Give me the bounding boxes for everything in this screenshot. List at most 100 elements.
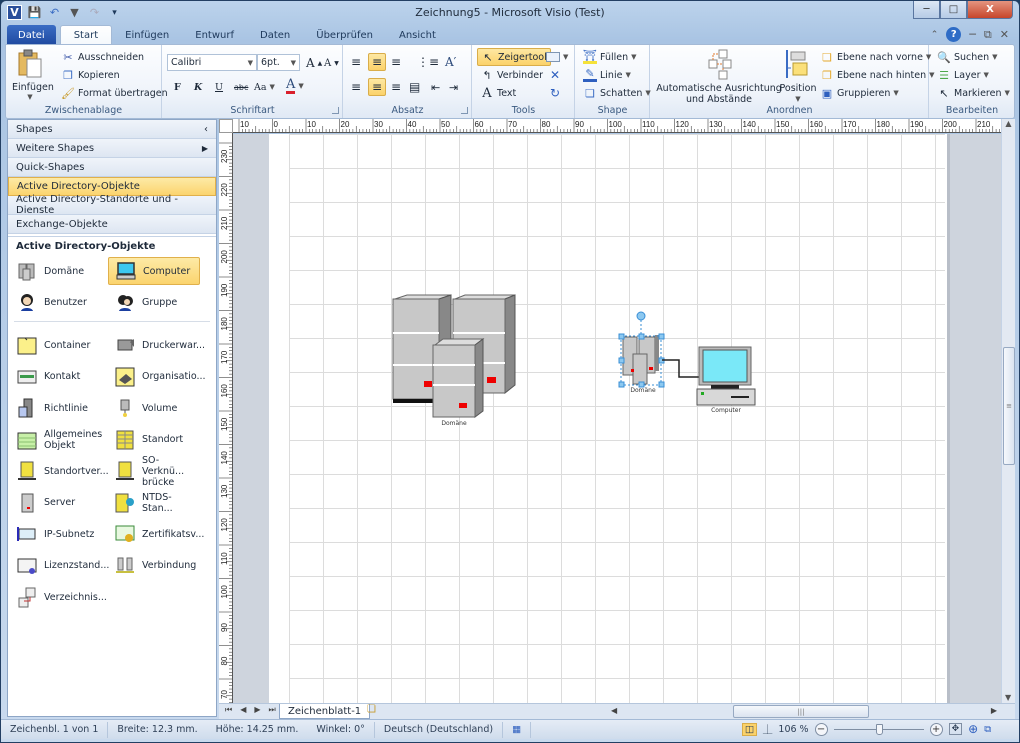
switch-windows-icon[interactable]: ⧉ [984,724,991,735]
shape-connection[interactable]: Verbindung [108,552,200,580]
doc-minimize-icon[interactable]: ─ [969,28,976,41]
more-shapes-button[interactable]: Weitere Shapes ▶ [8,139,216,158]
doc-restore-icon[interactable]: ⧉ [984,28,992,42]
align-left-button[interactable]: ≡ [348,78,364,96]
macro-record-icon[interactable]: ▦ [503,721,532,738]
strikethrough-button[interactable]: abc [231,78,251,96]
sheet-tab-zeichenblatt-1[interactable]: Zeichenblatt-1 [279,704,371,719]
paste-dropdown-icon[interactable]: ▼ [12,93,48,101]
horizontal-ruler[interactable]: 10 0 10 20 30 40 50 60 70 80 90 100 110 120 130 140 150 1… [233,119,1001,133]
horizontal-scroll-thumb[interactable]: ||| [733,705,869,718]
align-center-button[interactable]: ≡ [368,78,387,96]
font-size-combo[interactable]: 6pt. ▼ [257,54,300,71]
shape-container[interactable]: Container [10,331,102,359]
diagram-shape-domaene[interactable] [389,293,521,433]
diagram-shape-computer[interactable] [695,345,759,407]
status-angle[interactable]: Winkel: 0° [307,721,375,738]
status-height[interactable]: Höhe: 14.25 mm. [207,722,308,738]
connector-tool-button[interactable]: ↰ Verbinder [477,66,546,84]
tab-entwurf[interactable]: Entwurf [182,25,247,45]
find-button[interactable]: 🔍 Suchen ▼ [934,48,1001,66]
zoom-out-button[interactable]: − [814,722,828,736]
font-dialog-launcher[interactable] [332,107,339,114]
rotate-tool-button[interactable]: ↻ [547,84,563,102]
vertical-ruler[interactable]: 230 220 210 200 190 180 170 160 150 140 130 120 110 1… [219,133,233,703]
increase-indent-button[interactable]: ⇥ [446,78,461,96]
status-language[interactable]: Deutsch (Deutschland) [375,721,504,738]
align-top-button[interactable]: ≡ [348,53,364,71]
stencil-exchange-objekte[interactable]: Exchange-Objekte [8,215,216,234]
layers-button[interactable]: ☰ Layer ▼ [934,66,992,84]
align-bottom-button[interactable]: ≡ [388,53,404,71]
zoom-slider-thumb[interactable] [876,723,884,735]
maximize-button[interactable]: □ [940,1,967,19]
rectangle-tool-button[interactable]: ▼ [543,48,571,66]
shape-site-link-bridge[interactable]: SO-Verknü... brücke [108,455,200,488]
shape-generic-object[interactable]: Allgemeines Objekt [10,426,102,454]
shape-certificate[interactable]: Zertifikatsv... [108,520,204,548]
pan-zoom-icon[interactable]: ⊕ [968,722,978,736]
minimize-ribbon-icon[interactable]: ⌃ [931,30,939,40]
shape-printer-queue[interactable]: Druckerwar... [108,331,205,359]
shape-organizational-unit[interactable]: Organisatio... [108,363,206,391]
shape-site-link[interactable]: Standortver... [10,457,109,485]
minimize-button[interactable]: ─ [913,1,940,19]
help-icon[interactable]: ? [946,27,962,42]
close-tool-button[interactable]: ✕ [547,66,563,84]
cut-button[interactable]: ✂ Ausschneiden [58,48,147,66]
shadow-button[interactable]: ❏ Schatten ▼ [580,84,654,102]
line-button[interactable]: ✎ Linie ▼ [580,66,634,84]
shape-domaene[interactable]: Domäne [10,257,102,285]
tab-datei[interactable]: Datei [7,25,56,45]
close-button[interactable]: X [967,1,1013,19]
shape-server[interactable]: Server [10,489,102,517]
paragraph-dialog-launcher[interactable] [461,107,468,114]
insert-sheet-icon[interactable]: ❏ [367,704,376,715]
shape-volume[interactable]: Volume [108,394,200,422]
first-sheet-icon[interactable]: ⏮ [225,705,232,715]
rotation-handle[interactable] [636,311,646,321]
send-backward-button[interactable]: ❐ Ebene nach hinten ▼ [817,66,938,84]
bring-forward-button[interactable]: ❏ Ebene nach vorne ▼ [817,48,934,66]
vertical-scroll-thumb[interactable]: ≡ [1003,347,1015,465]
scroll-left-icon[interactable]: ◀ [611,706,617,715]
stencil-ad-standorte[interactable]: Active Directory-Standorte und -Dienste [8,194,216,216]
shapes-panel-header[interactable]: Shapes ‹ [8,120,216,139]
align-middle-button[interactable]: ≡ [368,53,387,71]
stencil-quick-shapes[interactable]: Quick-Shapes [8,158,216,177]
justify-button[interactable]: ▤ [406,78,423,96]
tab-start[interactable]: Start [59,25,113,45]
font-name-combo[interactable]: Calibri ▼ [167,54,257,71]
vertical-scrollbar[interactable]: ▲ ≡ ▼ [1001,119,1015,704]
zoom-level[interactable]: 106 % [778,724,808,735]
tab-ansicht[interactable]: Ansicht [386,25,449,45]
copy-button[interactable]: ❐ Kopieren [58,66,123,84]
prev-sheet-icon[interactable]: ◀ [240,705,246,715]
text-direction-button[interactable]: A′ [442,53,459,71]
next-sheet-icon[interactable]: ▶ [254,705,260,715]
align-right-button[interactable]: ≡ [388,78,404,96]
fit-page-icon[interactable]: ✥ [948,723,963,735]
pointer-tool-button[interactable]: ↖ Zeigertool [477,48,551,66]
scroll-up-icon[interactable]: ▲ [1002,119,1015,128]
collapse-panel-icon[interactable]: ‹ [204,124,208,135]
shape-computer[interactable]: Computer [108,257,200,285]
normal-view-icon[interactable]: ◫ [741,722,757,736]
zoom-in-button[interactable]: + [929,722,943,736]
underline-button[interactable]: U [212,78,226,96]
format-painter-button[interactable]: 🖌 Format übertragen [58,84,171,102]
scroll-down-icon[interactable]: ▼ [1005,693,1011,702]
status-page[interactable]: Zeichenbl. 1 von 1 [1,721,109,738]
shape-policy[interactable]: Richtlinie [10,394,102,422]
font-color-button[interactable]: A ▼ [283,77,307,95]
bullets-button[interactable]: ⋮≡ [414,53,442,71]
tab-daten[interactable]: Daten [247,25,303,45]
shape-gruppe[interactable]: Gruppe [108,288,200,316]
text-tool-button[interactable]: A Text [477,84,519,102]
shape-ntds-site[interactable]: NTDS-Stan... [108,489,200,517]
decrease-indent-button[interactable]: ⇤ [428,78,443,96]
shape-license-site[interactable]: Lizenzstand... [10,552,109,580]
presentation-view-icon[interactable]: ⏊ [763,722,773,736]
auto-align-button[interactable]: Automatische Ausrichtung und Abstände [655,48,783,105]
shape-contact[interactable]: Kontakt [10,363,102,391]
